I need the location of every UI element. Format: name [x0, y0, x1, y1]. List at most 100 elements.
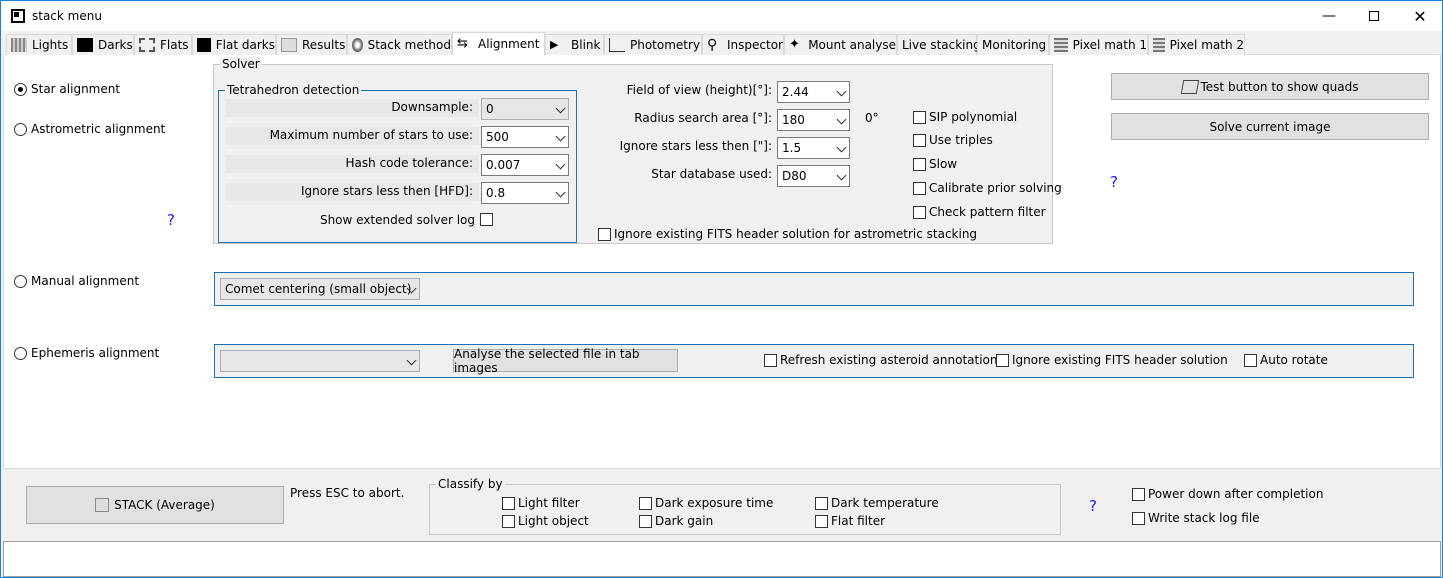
radius-combo[interactable]: 180: [777, 109, 850, 131]
manual-alignment-radio[interactable]: Manual alignment: [14, 274, 139, 288]
checkbox-box: [1244, 353, 1257, 367]
ephemeris-object-combo[interactable]: [220, 350, 420, 372]
tab-pixel-math-1[interactable]: Pixel math 1: [1049, 34, 1148, 55]
ignore-fits-header-checkbox[interactable]: Ignore existing FITS header solution: [996, 353, 1228, 367]
chevron-down-icon: [555, 159, 566, 170]
blink-icon: ▶: [550, 38, 559, 51]
tab-monitoring[interactable]: Monitoring: [977, 34, 1049, 55]
dark-exposure-checkbox[interactable]: Dark exposure time: [639, 496, 773, 510]
ignore-arcsec-combo[interactable]: 1.5: [777, 137, 850, 159]
ephemeris-group: Analyse the selected file in tab images …: [214, 344, 1414, 378]
light-object-checkbox[interactable]: Light object: [502, 514, 589, 528]
calibrate-checkbox[interactable]: Calibrate prior solving: [913, 181, 1062, 195]
tab-inspector[interactable]: ⚲ Inspector: [702, 34, 784, 55]
auto-rotate-checkbox[interactable]: Auto rotate: [1244, 353, 1328, 367]
checkbox-box: [1132, 487, 1145, 501]
chevron-down-icon: [555, 187, 566, 198]
window-title: stack menu: [32, 9, 102, 23]
refresh-annotations-checkbox[interactable]: Refresh existing asteroid annotations: [764, 353, 1004, 367]
classify-legend: Classify by: [436, 477, 505, 491]
help-icon[interactable]: ?: [1089, 497, 1097, 515]
database-label: Star database used:: [651, 167, 772, 181]
log-memo[interactable]: [3, 541, 1441, 577]
power-down-checkbox[interactable]: Power down after completion: [1132, 487, 1323, 501]
solve-current-button[interactable]: Solve current image: [1111, 113, 1429, 140]
downsample-label: Downsample:: [391, 100, 473, 114]
tab-stack-method[interactable]: Stack method: [347, 34, 452, 55]
astrometric-alignment-radio[interactable]: Astrometric alignment: [14, 122, 165, 136]
fov-label: Field of view (height)[°]:: [626, 83, 772, 97]
radio-circle: [14, 82, 27, 96]
photometry-icon: [609, 38, 625, 52]
checkbox-box: [764, 353, 777, 367]
flat-filter-checkbox[interactable]: Flat filter: [815, 514, 885, 528]
stack-method-icon: [352, 38, 363, 52]
ephemeris-alignment-radio[interactable]: Ephemeris alignment: [14, 346, 159, 360]
tab-blink[interactable]: ▶ Blink: [545, 34, 604, 55]
tab-bar: Lights Darks Flats Flat darks Results St…: [5, 32, 1441, 55]
analyse-file-button[interactable]: Analyse the selected file in tab images: [453, 347, 678, 375]
extended-log-checkbox[interactable]: [480, 213, 496, 226]
tab-pixel-math-2[interactable]: Pixel math 2: [1148, 34, 1245, 55]
tab-live-stacking[interactable]: Live stacking: [897, 34, 981, 55]
dark-gain-checkbox[interactable]: Dark gain: [639, 514, 713, 528]
quads-icon: [1180, 79, 1199, 94]
write-log-checkbox[interactable]: Write stack log file: [1132, 511, 1260, 525]
chevron-down-icon: [555, 131, 566, 142]
max-stars-combo[interactable]: 500: [481, 126, 569, 148]
sip-polynomial-checkbox[interactable]: SIP polynomial: [913, 110, 1017, 124]
check-pattern-checkbox[interactable]: Check pattern filter: [913, 205, 1046, 219]
chevron-down-icon: [836, 86, 847, 97]
tab-flats[interactable]: Flats: [134, 34, 192, 55]
downsample-combo[interactable]: 0: [481, 98, 569, 120]
flats-icon: [139, 38, 155, 52]
hash-tolerance-label: Hash code tolerance:: [345, 156, 473, 170]
database-combo[interactable]: D80: [777, 165, 850, 187]
light-filter-checkbox[interactable]: Light filter: [502, 496, 580, 510]
hash-tolerance-combo[interactable]: 0.007: [481, 154, 569, 176]
tab-alignment[interactable]: ⇆ Alignment: [452, 32, 545, 55]
dark-temperature-checkbox[interactable]: Dark temperature: [815, 496, 939, 510]
pixel-math-icon: [1054, 38, 1068, 52]
chevron-down-icon: [555, 103, 566, 114]
minimize-button[interactable]: —: [1306, 1, 1352, 31]
help-icon[interactable]: ?: [1110, 173, 1118, 191]
chevron-down-icon: [836, 114, 847, 125]
checkbox-box: [598, 227, 611, 241]
fov-combo[interactable]: 2.44: [777, 81, 850, 103]
checkbox-box: [913, 205, 926, 219]
use-triples-checkbox[interactable]: Use triples: [913, 133, 993, 147]
max-stars-label: Maximum number of stars to use:: [269, 128, 473, 142]
chevron-down-icon: [406, 355, 417, 366]
test-quads-button[interactable]: Test button to show quads: [1111, 73, 1429, 100]
esc-hint: Press ESC to abort.: [290, 486, 405, 500]
tab-flat-darks[interactable]: Flat darks: [192, 34, 276, 55]
checkbox-box: [639, 514, 652, 528]
help-icon[interactable]: ?: [167, 211, 175, 229]
stack-menu-window: stack menu — ✕ Lights Darks Flats Flat d…: [0, 0, 1443, 578]
slow-checkbox[interactable]: Slow: [913, 157, 957, 171]
radio-circle: [14, 274, 27, 288]
extended-log-label: Show extended solver log: [319, 213, 475, 227]
tab-darks[interactable]: Darks: [72, 34, 134, 55]
checkbox-box: [502, 514, 515, 528]
tetrahedron-group: Tetrahedron detection Downsample: 0 Maxi…: [218, 83, 577, 243]
tab-photometry[interactable]: Photometry: [604, 34, 702, 55]
manual-alignment-group: Comet centering (small object): [214, 272, 1414, 306]
solver-legend: Solver: [220, 57, 262, 71]
title-bar: stack menu — ✕: [1, 1, 1442, 31]
maximize-button[interactable]: [1351, 1, 1397, 31]
tab-results[interactable]: Results: [276, 34, 347, 55]
ignore-fits-solution-checkbox[interactable]: Ignore existing FITS header solution for…: [598, 227, 977, 241]
close-button[interactable]: ✕: [1397, 1, 1443, 31]
stack-button[interactable]: STACK (Average): [26, 486, 284, 524]
star-alignment-radio[interactable]: Star alignment: [14, 82, 120, 96]
tab-mount-analyse[interactable]: ✦ Mount analyse: [784, 34, 897, 55]
app-icon: [11, 9, 25, 23]
manual-mode-combo[interactable]: Comet centering (small object): [220, 278, 420, 300]
checkbox-box: [996, 353, 1009, 367]
checkbox-box: [913, 157, 926, 171]
ignore-hfd-combo[interactable]: 0.8: [481, 182, 569, 204]
checkbox-box: [815, 496, 828, 510]
tab-lights[interactable]: Lights: [6, 34, 72, 55]
